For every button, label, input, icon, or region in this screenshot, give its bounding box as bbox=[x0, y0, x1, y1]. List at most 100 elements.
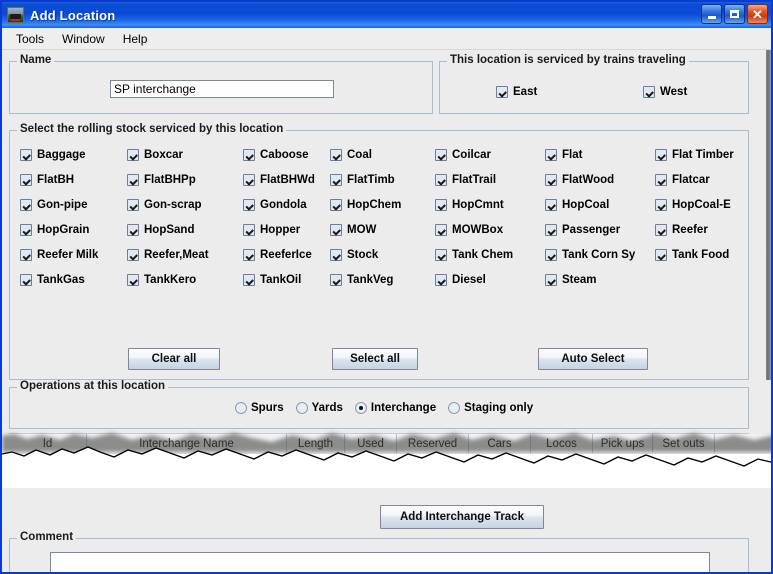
table-header-used[interactable]: Used bbox=[345, 434, 397, 453]
checkbox-flattrail[interactable]: FlatTrail bbox=[435, 174, 496, 186]
checkbox-flattimb[interactable]: FlatTimb bbox=[330, 174, 395, 186]
table-header-length[interactable]: Length bbox=[287, 434, 345, 453]
checkbox-box bbox=[127, 224, 139, 236]
menu-window[interactable]: Window bbox=[54, 30, 113, 48]
table-header-set-outs[interactable]: Set outs bbox=[653, 434, 715, 453]
checkbox-tankkero[interactable]: TankKero bbox=[127, 274, 196, 286]
checkbox-tank-corn-sy[interactable]: Tank Corn Sy bbox=[545, 249, 635, 261]
checkbox-label: Caboose bbox=[260, 149, 309, 161]
checkbox-box bbox=[545, 174, 557, 186]
table-header-pick-ups[interactable]: Pick ups bbox=[593, 434, 653, 453]
table-header-id[interactable]: Id bbox=[9, 434, 87, 453]
radio-staging-only[interactable]: Staging only bbox=[448, 402, 533, 414]
checkbox-flat-timber[interactable]: Flat Timber bbox=[655, 149, 734, 161]
checkbox-tankveg[interactable]: TankVeg bbox=[330, 274, 393, 286]
menu-tools[interactable]: Tools bbox=[8, 30, 52, 48]
checkbox-box bbox=[243, 274, 255, 286]
checkbox-west[interactable]: West bbox=[643, 86, 687, 98]
close-icon[interactable]: ✕ bbox=[747, 4, 768, 24]
location-name-input[interactable] bbox=[110, 80, 334, 98]
checkbox-box bbox=[243, 149, 255, 161]
checkbox-reeferice[interactable]: ReeferIce bbox=[243, 249, 312, 261]
checkbox-box bbox=[127, 174, 139, 186]
checkbox-passenger[interactable]: Passenger bbox=[545, 224, 620, 236]
vertical-scrollbar[interactable] bbox=[766, 50, 771, 380]
table-header-locos[interactable]: Locos bbox=[531, 434, 593, 453]
checkbox-tankoil[interactable]: TankOil bbox=[243, 274, 301, 286]
close-glyph: ✕ bbox=[752, 8, 763, 21]
checkbox-flat[interactable]: Flat bbox=[545, 149, 582, 161]
checkbox-flatbh[interactable]: FlatBH bbox=[20, 174, 74, 186]
checkbox-label: Diesel bbox=[452, 274, 486, 286]
checkbox-reefer-milk[interactable]: Reefer Milk bbox=[20, 249, 98, 261]
checkbox-flatwood[interactable]: FlatWood bbox=[545, 174, 614, 186]
checkbox-hopcmnt[interactable]: HopCmnt bbox=[435, 199, 504, 211]
checkbox-stock[interactable]: Stock bbox=[330, 249, 378, 261]
checkbox-gondola[interactable]: Gondola bbox=[243, 199, 307, 211]
application-window: Add Location ✕ Tools Window Help Name Th… bbox=[0, 0, 773, 574]
clear-all-button[interactable]: Clear all bbox=[128, 348, 220, 370]
checkbox-box bbox=[243, 174, 255, 186]
table-header-blank[interactable] bbox=[715, 434, 771, 453]
comment-input[interactable] bbox=[50, 552, 710, 572]
checkbox-diesel[interactable]: Diesel bbox=[435, 274, 486, 286]
checkbox-east-box bbox=[496, 86, 508, 98]
checkbox-hopsand[interactable]: HopSand bbox=[127, 224, 194, 236]
checkbox-east[interactable]: East bbox=[496, 86, 537, 98]
checkbox-label: FlatBHPp bbox=[144, 174, 196, 186]
checkbox-reefer-meat[interactable]: Reefer,Meat bbox=[127, 249, 209, 261]
checkbox-label: FlatWood bbox=[562, 174, 614, 186]
radio-label: Interchange bbox=[371, 402, 436, 414]
add-interchange-track-button[interactable]: Add Interchange Track bbox=[380, 505, 544, 529]
checkbox-tankgas[interactable]: TankGas bbox=[20, 274, 85, 286]
checkbox-label: Gon-pipe bbox=[37, 199, 87, 211]
radio-yards[interactable]: Yards bbox=[296, 402, 343, 414]
radio-spurs[interactable]: Spurs bbox=[235, 402, 284, 414]
checkbox-flatbhpp[interactable]: FlatBHPp bbox=[127, 174, 196, 186]
checkbox-gon-pipe[interactable]: Gon-pipe bbox=[20, 199, 87, 211]
checkbox-hopper[interactable]: Hopper bbox=[243, 224, 300, 236]
checkbox-box bbox=[545, 274, 557, 286]
minimize-button[interactable] bbox=[701, 4, 722, 24]
checkbox-label: ReeferIce bbox=[260, 249, 312, 261]
checkbox-gon-scrap[interactable]: Gon-scrap bbox=[127, 199, 202, 211]
checkbox-box bbox=[545, 149, 557, 161]
checkbox-tank-food[interactable]: Tank Food bbox=[655, 249, 729, 261]
checkbox-baggage[interactable]: Baggage bbox=[20, 149, 86, 161]
checkbox-mow[interactable]: MOW bbox=[330, 224, 376, 236]
checkbox-box bbox=[20, 174, 32, 186]
radio-label: Yards bbox=[312, 402, 343, 414]
menu-help[interactable]: Help bbox=[115, 30, 156, 48]
checkbox-caboose[interactable]: Caboose bbox=[243, 149, 309, 161]
maximize-button[interactable] bbox=[724, 4, 745, 24]
checkbox-boxcar[interactable]: Boxcar bbox=[127, 149, 183, 161]
radio-interchange[interactable]: Interchange bbox=[355, 402, 436, 414]
checkbox-label: TankKero bbox=[144, 274, 196, 286]
checkbox-flatcar[interactable]: Flatcar bbox=[655, 174, 710, 186]
checkbox-box bbox=[435, 274, 447, 286]
checkbox-reefer[interactable]: Reefer bbox=[655, 224, 708, 236]
checkbox-hopcoal-e[interactable]: HopCoal-E bbox=[655, 199, 731, 211]
checkbox-label: HopSand bbox=[144, 224, 194, 236]
checkbox-hopchem[interactable]: HopChem bbox=[330, 199, 401, 211]
checkbox-flatbhwd[interactable]: FlatBHWd bbox=[243, 174, 315, 186]
checkbox-label: Baggage bbox=[37, 149, 86, 161]
checkbox-hopcoal[interactable]: HopCoal bbox=[545, 199, 609, 211]
checkbox-mowbox[interactable]: MOWBox bbox=[435, 224, 503, 236]
checkbox-box bbox=[655, 224, 667, 236]
checkbox-hopgrain[interactable]: HopGrain bbox=[20, 224, 89, 236]
table-header-cars[interactable]: Cars bbox=[469, 434, 531, 453]
table-header-interchange-name[interactable]: Interchange Name bbox=[87, 434, 287, 453]
title-bar[interactable]: Add Location ✕ bbox=[2, 2, 771, 28]
checkbox-coal[interactable]: Coal bbox=[330, 149, 372, 161]
checkbox-tank-chem[interactable]: Tank Chem bbox=[435, 249, 513, 261]
checkbox-box bbox=[435, 149, 447, 161]
auto-select-button[interactable]: Auto Select bbox=[538, 348, 648, 370]
checkbox-coilcar[interactable]: Coilcar bbox=[435, 149, 491, 161]
checkbox-label: HopChem bbox=[347, 199, 401, 211]
checkbox-steam[interactable]: Steam bbox=[545, 274, 597, 286]
select-all-button[interactable]: Select all bbox=[332, 348, 418, 370]
table-header-reserved[interactable]: Reserved bbox=[397, 434, 469, 453]
checkbox-label: Coilcar bbox=[452, 149, 491, 161]
checkbox-box bbox=[330, 199, 342, 211]
